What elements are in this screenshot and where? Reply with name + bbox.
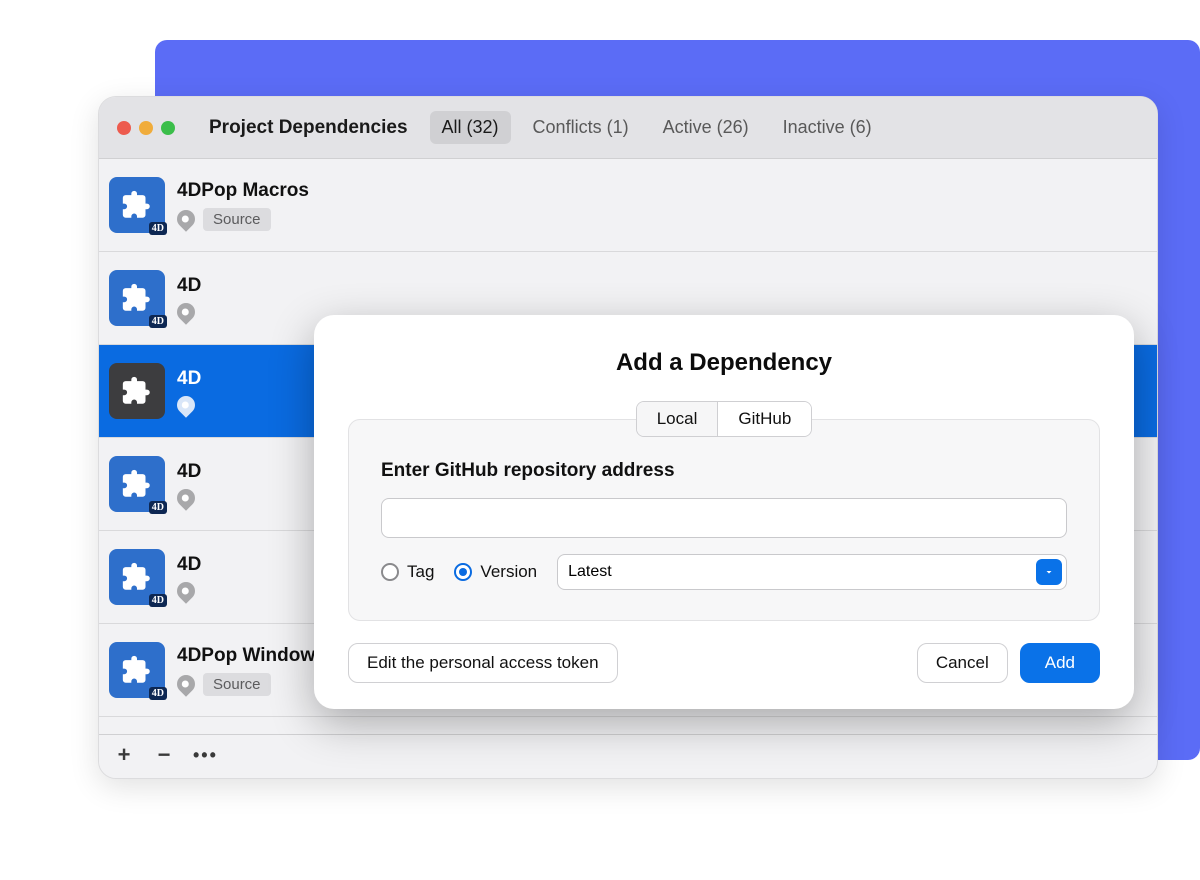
dependency-name: 4DPop Macros: [177, 180, 309, 202]
filter-bar: All (32) Conflicts (1) Active (26) Inact…: [430, 111, 884, 144]
list-item[interactable]: 4D 4DPop Macros Source: [99, 159, 1157, 252]
address-label: Enter GitHub repository address: [381, 460, 1067, 482]
add-button[interactable]: +: [113, 746, 135, 768]
dependency-name: 4D: [177, 368, 201, 390]
source-tag: Source: [203, 673, 271, 696]
repo-address-input[interactable]: [381, 498, 1067, 538]
location-pin-icon: [173, 299, 198, 324]
location-pin-icon: [173, 206, 198, 231]
puzzle-icon: 4D: [109, 549, 165, 605]
filter-conflicts[interactable]: Conflicts (1): [521, 111, 641, 144]
location-pin-icon: [173, 392, 198, 417]
filter-inactive[interactable]: Inactive (6): [771, 111, 884, 144]
tab-local[interactable]: Local: [637, 402, 718, 436]
location-pin-icon: [173, 671, 198, 696]
app-badge: 4D: [149, 594, 167, 607]
puzzle-icon: 4D: [109, 270, 165, 326]
version-select[interactable]: Latest: [557, 554, 1067, 590]
app-badge: 4D: [149, 315, 167, 328]
puzzle-icon: 4D: [109, 642, 165, 698]
github-panel: Enter GitHub repository address Tag Vers…: [348, 419, 1100, 621]
source-segmented-control: Local GitHub: [636, 401, 813, 437]
chevron-down-icon: [1036, 559, 1062, 585]
window-title: Project Dependencies: [209, 117, 408, 139]
edit-token-button[interactable]: Edit the personal access token: [348, 643, 618, 683]
radio-version-label: Version: [480, 562, 537, 582]
source-tag: Source: [203, 208, 271, 231]
puzzle-icon: 4D: [109, 456, 165, 512]
toolbar: Project Dependencies All (32) Conflicts …: [99, 97, 1157, 159]
tab-github[interactable]: GitHub: [717, 402, 811, 436]
puzzle-icon: [109, 363, 165, 419]
radio-icon: [381, 563, 399, 581]
app-badge: 4D: [149, 501, 167, 514]
modal-actions: Edit the personal access token Cancel Ad…: [348, 643, 1100, 683]
dependency-name: 4D: [177, 461, 201, 483]
cancel-button[interactable]: Cancel: [917, 643, 1008, 683]
puzzle-icon: 4D: [109, 177, 165, 233]
radio-tag[interactable]: Tag: [381, 562, 434, 582]
add-confirm-button[interactable]: Add: [1020, 643, 1100, 683]
close-icon[interactable]: [117, 121, 131, 135]
location-pin-icon: [173, 578, 198, 603]
more-button[interactable]: •••: [193, 746, 215, 768]
add-dependency-modal: Add a Dependency Local GitHub Enter GitH…: [314, 315, 1134, 709]
radio-icon: [454, 563, 472, 581]
app-badge: 4D: [149, 687, 167, 700]
filter-all[interactable]: All (32): [430, 111, 511, 144]
radio-tag-label: Tag: [407, 562, 434, 582]
version-option-row: Tag Version Latest: [381, 554, 1067, 590]
footer-bar: + − •••: [99, 734, 1157, 778]
traffic-lights: [117, 121, 175, 135]
modal-title: Add a Dependency: [348, 349, 1100, 377]
app-badge: 4D: [149, 222, 167, 235]
dependency-name: 4D: [177, 275, 201, 297]
location-pin-icon: [173, 485, 198, 510]
version-select-value: Latest: [568, 563, 612, 581]
maximize-icon[interactable]: [161, 121, 175, 135]
remove-button[interactable]: −: [153, 746, 175, 768]
dependency-name: 4DPop Window: [177, 645, 315, 667]
dependency-name: 4D: [177, 554, 201, 576]
filter-active[interactable]: Active (26): [651, 111, 761, 144]
radio-version[interactable]: Version: [454, 562, 537, 582]
minimize-icon[interactable]: [139, 121, 153, 135]
